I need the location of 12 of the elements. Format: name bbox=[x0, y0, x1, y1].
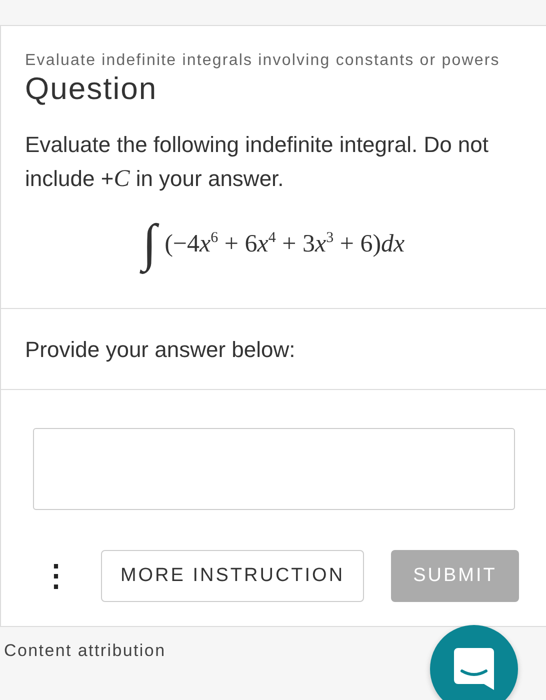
integrand: (−4x$^{6}$ + 6x$^{4}$ + 3x$^{3}$ + 6)dx bbox=[164, 230, 405, 258]
attribution-link[interactable]: Content attribution bbox=[0, 627, 546, 661]
answer-field[interactable] bbox=[32, 428, 514, 510]
integral-sign: ∫ bbox=[142, 214, 157, 274]
more-menu-button[interactable]: ⋮ bbox=[41, 558, 61, 594]
answer-label: Provide your answer below: bbox=[25, 337, 296, 363]
topic-text: Evaluate indefinite integrals involving constants or powers bbox=[25, 51, 501, 71]
instruction-button[interactable]: MORE INSTRUCTION bbox=[101, 550, 364, 602]
question-prompt: Evaluate the following indefinite integral. Do not include +C in your answer. bbox=[25, 131, 490, 194]
chat-icon bbox=[452, 646, 496, 692]
chat-button[interactable] bbox=[430, 625, 518, 700]
question-heading: Question bbox=[25, 72, 158, 106]
